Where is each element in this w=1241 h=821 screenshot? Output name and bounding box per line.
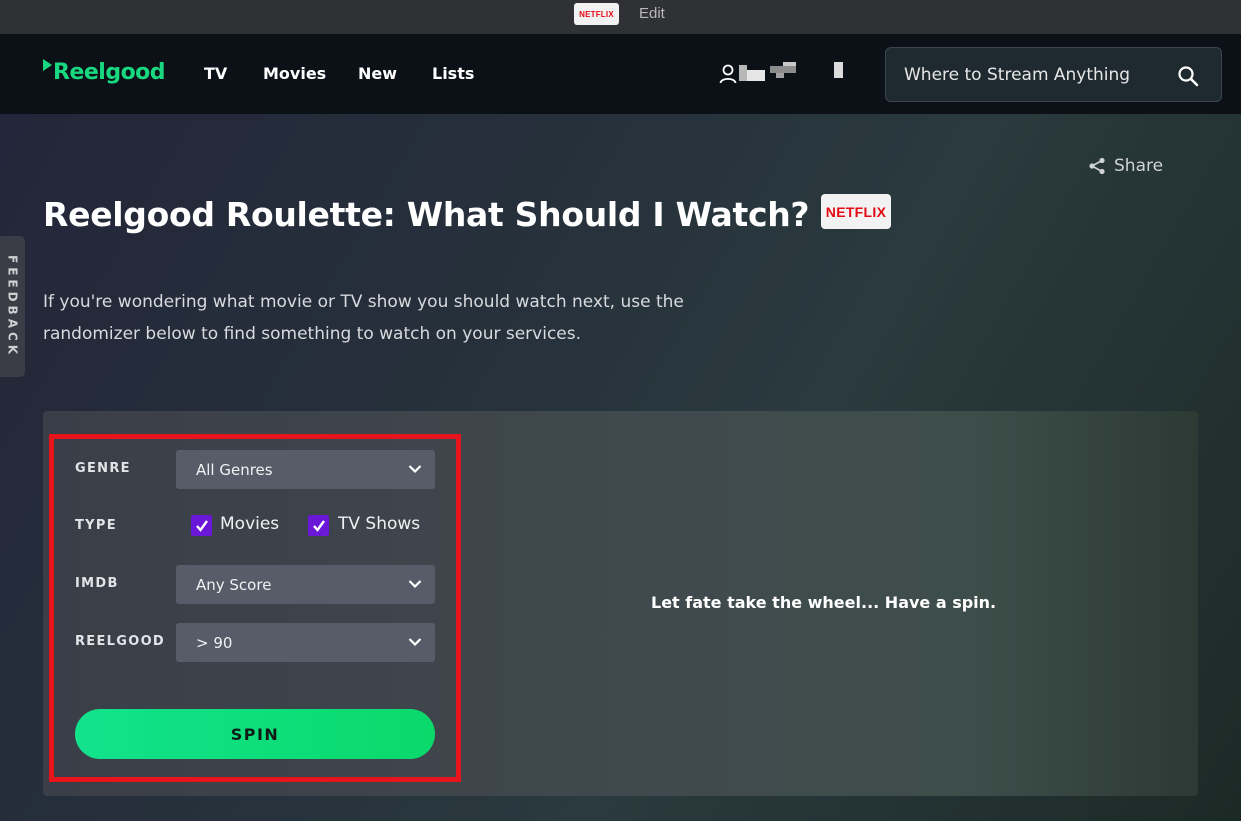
tv-shows-checkbox[interactable] xyxy=(308,515,329,536)
nav-item-movies[interactable]: Movies xyxy=(263,64,326,83)
netflix-badge: NETFLIX xyxy=(574,3,619,25)
genre-label: GENRE xyxy=(75,461,131,476)
chevron-down-icon xyxy=(408,465,422,474)
logo-text: Reelgood xyxy=(53,59,166,85)
edit-link[interactable]: Edit xyxy=(639,5,665,22)
edit-bar: NETFLIX Edit xyxy=(0,0,1241,34)
netflix-service-badge: NETFLIX xyxy=(821,194,891,229)
redacted-username-icon xyxy=(739,65,765,81)
genre-select[interactable]: All Genres xyxy=(176,450,435,489)
play-icon xyxy=(43,59,52,71)
reelgood-score-select[interactable]: > 90 xyxy=(176,623,435,662)
feedback-label: FEEDBACK xyxy=(5,254,20,359)
nav-item-tv[interactable]: TV xyxy=(204,64,227,83)
share-icon xyxy=(1089,157,1105,175)
search-box xyxy=(885,47,1222,102)
imdb-value: Any Score xyxy=(196,575,272,594)
checkmark-icon xyxy=(312,519,325,532)
site-header: Reelgood TV Movies New Lists xyxy=(0,34,1241,114)
search-icon[interactable] xyxy=(1177,65,1199,87)
redacted-block-icon xyxy=(770,62,796,78)
movies-checkbox[interactable] xyxy=(191,515,212,536)
imdb-select[interactable]: Any Score xyxy=(176,565,435,604)
page-title: Reelgood Roulette: What Should I Watch? xyxy=(43,195,810,234)
tv-shows-checkbox-label[interactable]: TV Shows xyxy=(338,514,420,534)
genre-value: All Genres xyxy=(196,460,273,479)
imdb-label: IMDB xyxy=(75,576,119,591)
feedback-tab[interactable]: FEEDBACK xyxy=(0,236,25,377)
reelgood-logo[interactable]: Reelgood xyxy=(43,56,166,88)
redacted-mark-icon xyxy=(834,62,843,78)
type-label: TYPE xyxy=(75,518,117,533)
intro-text: If you're wondering what movie or TV sho… xyxy=(43,292,684,344)
user-icon[interactable] xyxy=(719,64,737,84)
search-input[interactable] xyxy=(904,64,1174,85)
spin-button[interactable]: SPIN xyxy=(75,709,435,759)
share-button[interactable]: Share xyxy=(1088,156,1163,176)
chevron-down-icon xyxy=(408,638,422,647)
roulette-result-text: Let fate take the wheel... Have a spin. xyxy=(651,593,997,612)
reelgood-score-label: REELGOOD xyxy=(75,634,166,649)
share-label: Share xyxy=(1114,156,1164,176)
reelgood-score-value: > 90 xyxy=(196,633,233,652)
checkmark-icon xyxy=(195,519,208,532)
nav-item-new[interactable]: New xyxy=(358,64,397,83)
nav-item-lists[interactable]: Lists xyxy=(432,64,474,83)
chevron-down-icon xyxy=(408,580,422,589)
movies-checkbox-label[interactable]: Movies xyxy=(220,514,279,534)
